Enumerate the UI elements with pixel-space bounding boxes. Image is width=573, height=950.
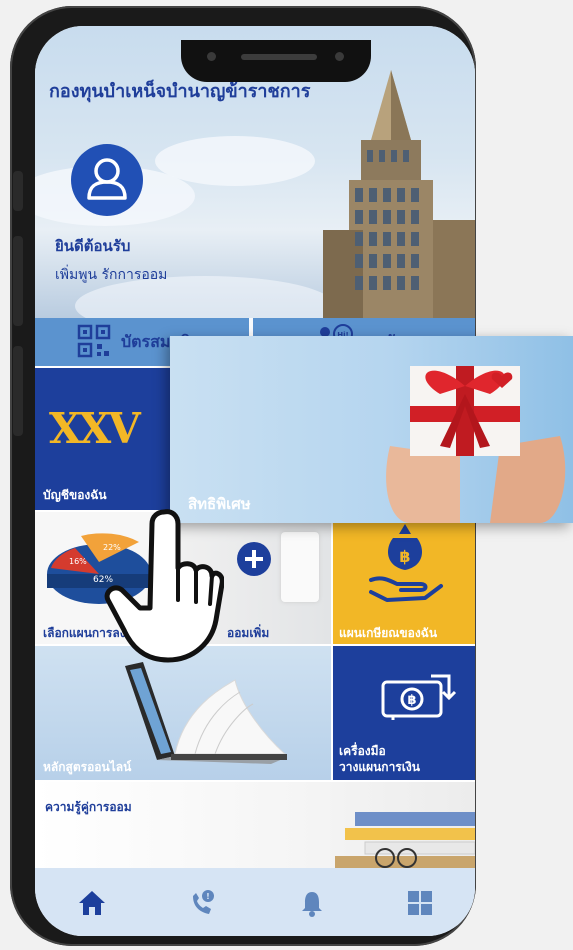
my-account-tile[interactable]: XXV บัญชีของฉัน [35, 368, 175, 510]
pointing-hand-cursor [104, 509, 224, 663]
nav-menu[interactable] [405, 888, 435, 918]
my-account-label: บัญชีของฉัน [43, 488, 107, 502]
home-icon [79, 891, 105, 915]
volume-up-button [13, 236, 23, 326]
volume-down-button [13, 346, 23, 436]
user-icon [87, 158, 127, 200]
books-image [335, 812, 475, 868]
pie-label-16: 16% [69, 557, 87, 566]
nav-contact[interactable]: ! [187, 888, 217, 918]
nav-home[interactable] [77, 888, 107, 918]
online-course-tile[interactable]: หลักสูตรออนไลน์ [35, 646, 331, 780]
phone-notch [181, 40, 371, 82]
savings-knowledge-label: ความรู้คู่การออม [45, 800, 132, 814]
nav-notifications[interactable] [297, 888, 327, 918]
mute-switch [13, 171, 23, 211]
gift-hands-image [386, 366, 566, 523]
phone-icon: ! [193, 890, 214, 914]
profile-avatar[interactable] [71, 144, 143, 216]
svg-text:!: ! [206, 892, 210, 901]
building-image [323, 70, 475, 318]
retirement-plan-label: แผนเกษียณของฉัน [339, 626, 438, 640]
grid-icon [408, 891, 432, 915]
online-course-label: หลักสูตรออนไลน์ [43, 760, 132, 774]
planning-tools-tile[interactable]: ฿ เครื่องมือ วางแผนการเงิน [333, 646, 475, 780]
planning-tools-label-2: วางแผนการเงิน [339, 760, 420, 774]
savings-knowledge-tile[interactable]: ความรู้คู่การออม [35, 782, 475, 868]
exchange-icon: ฿ [381, 674, 457, 720]
retirement-plan-tile[interactable]: ฿ แผนเกษียณของฉัน [333, 512, 475, 644]
bottom-navigation: ! [35, 868, 475, 936]
svg-text:฿: ฿ [399, 547, 410, 566]
svg-text:฿: ฿ [407, 693, 416, 708]
xxv-logo: XXV [49, 404, 141, 453]
save-more-label: ออมเพิ่ม [227, 626, 270, 640]
plus-icon [237, 542, 271, 576]
money-hand-icon: ฿ [369, 524, 443, 602]
bell-icon [302, 892, 322, 917]
privileges-popup-card[interactable]: สิทธิพิเศษ [170, 336, 573, 523]
welcome-text: ยินดีต้อนรับ [55, 237, 131, 255]
slogan-text: เพิ่มพูน รักการออม [55, 267, 168, 283]
qr-code-icon [77, 324, 111, 358]
